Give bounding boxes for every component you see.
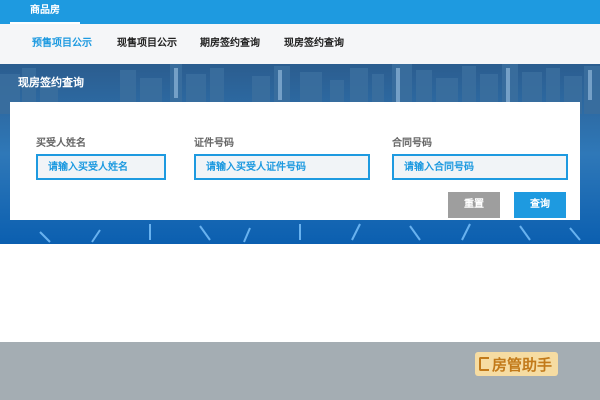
contract-number-input[interactable] xyxy=(392,154,568,180)
nav-current-sale-projects[interactable]: 现售项目公示 xyxy=(117,24,177,64)
nav-presale-projects[interactable]: 预售项目公示 xyxy=(32,24,92,64)
app-watermark: 房管助手 xyxy=(475,352,559,376)
top-bar: 商品房 xyxy=(0,0,600,24)
nav-futures-contract-query[interactable]: 期房签约查询 xyxy=(200,24,260,64)
query-form-card: 买受人姓名 证件号码 合同号码 重置 查询 xyxy=(10,102,580,220)
watermark-text: 房管助手 xyxy=(492,355,553,374)
tab-commercial-housing[interactable]: 商品房 xyxy=(10,0,80,24)
id-number-label: 证件号码 xyxy=(194,138,234,149)
query-button[interactable]: 查询 xyxy=(514,192,566,218)
reset-button[interactable]: 重置 xyxy=(448,192,500,218)
buyer-name-label: 买受人姓名 xyxy=(36,138,86,149)
app-logo-icon xyxy=(479,357,489,371)
sub-nav: 预售项目公示 现售项目公示 期房签约查询 现房签约查询 xyxy=(0,24,600,64)
page-title: 现房签约查询 xyxy=(18,76,84,89)
id-number-input[interactable] xyxy=(194,154,370,180)
contract-number-label: 合同号码 xyxy=(392,138,432,149)
buyer-name-input[interactable] xyxy=(36,154,166,180)
nav-existing-contract-query[interactable]: 现房签约查询 xyxy=(284,24,344,64)
